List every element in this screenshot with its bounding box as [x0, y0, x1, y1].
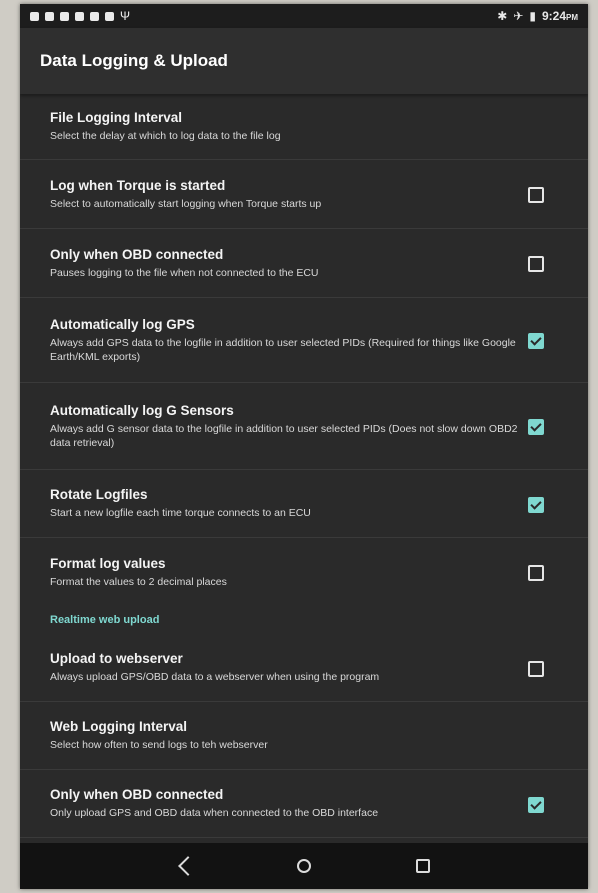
- setting-rotate-logfiles[interactable]: Rotate Logfiles Start a new logfile each…: [20, 470, 588, 538]
- setting-summary: Start a new logfile each time torque con…: [50, 507, 311, 519]
- bluetooth-icon: ✱: [497, 9, 508, 23]
- checkbox-unchecked[interactable]: [528, 660, 544, 677]
- setting-title: Log when Torque is started: [50, 177, 226, 193]
- status-bar: Ψ ✱ ✈ ▮ 9:24PM: [20, 4, 588, 28]
- checkbox-checked[interactable]: [528, 333, 544, 349]
- checkbox-checked[interactable]: [528, 419, 544, 435]
- setting-summary: Always add GPS data to the logfile in ad…: [50, 336, 516, 363]
- notification-icon: [90, 11, 99, 21]
- setting-log-when-torque-started[interactable]: Log when Torque is started Select to aut…: [20, 160, 588, 229]
- setting-title: File Logging Interval: [50, 110, 183, 125]
- device-frame: Ψ ✱ ✈ ▮ 9:24PM Data Logging & Upload Fil…: [0, 0, 598, 893]
- notification-icon: [105, 11, 114, 21]
- section-header-realtime-web-upload: Realtime web upload: [50, 614, 160, 626]
- setting-summary: Always add G sensor data to the logfile …: [50, 422, 518, 449]
- usb-icon: Ψ: [120, 8, 131, 23]
- setting-title: Only when OBD connected: [50, 246, 224, 262]
- setting-summary: Always upload GPS/OBD data to a webserve…: [50, 671, 380, 683]
- battery-icon: ▮: [529, 9, 536, 23]
- checkbox-checked[interactable]: [528, 496, 544, 513]
- setting-summary: Only upload GPS and OBD data when connec…: [50, 807, 379, 819]
- setting-summary: Select the delay at which to log data to…: [50, 130, 281, 142]
- setting-title: Automatically log GPS: [50, 316, 195, 332]
- setting-format-log-values[interactable]: Format log values Format the values to 2…: [20, 538, 588, 606]
- navigation-bar: [20, 843, 588, 889]
- settings-list[interactable]: File Logging Interval Select the delay a…: [20, 94, 588, 838]
- setting-only-when-obd-connected-logging[interactable]: Only when OBD connected Pauses logging t…: [20, 229, 588, 298]
- app-bar: Data Logging & Upload: [20, 28, 588, 94]
- setting-summary: Pauses logging to the file when not conn…: [50, 266, 319, 279]
- checkbox-unchecked[interactable]: [528, 187, 544, 203]
- clock: 9:24PM: [541, 9, 578, 23]
- checkbox-unchecked[interactable]: [528, 256, 544, 272]
- setting-automatically-log-gps[interactable]: Automatically log GPS Always add GPS dat…: [20, 298, 588, 383]
- notification-icons: Ψ: [30, 8, 131, 23]
- setting-title: Format log values: [50, 555, 166, 571]
- notification-icon: [60, 11, 69, 21]
- setting-automatically-log-g-sensors[interactable]: Automatically log G Sensors Always add G…: [20, 383, 588, 470]
- setting-summary: Format the values to 2 decimal places: [50, 575, 227, 588]
- setting-title: Upload to webserver: [50, 651, 183, 666]
- setting-title: Web Logging Interval: [50, 719, 188, 734]
- screen: Ψ ✱ ✈ ▮ 9:24PM Data Logging & Upload Fil…: [20, 4, 588, 889]
- setting-summary: Select how often to send logs to teh web…: [50, 739, 268, 751]
- setting-upload-to-webserver[interactable]: Upload to webserver Always upload GPS/OB…: [20, 634, 588, 702]
- setting-file-logging-interval[interactable]: File Logging Interval Select the delay a…: [20, 94, 588, 160]
- recent-apps-icon[interactable]: [411, 854, 435, 878]
- status-right: ✱ ✈ ▮ 9:24PM: [497, 9, 578, 23]
- home-icon[interactable]: [292, 854, 316, 878]
- setting-summary: Select to automatically start logging wh…: [50, 197, 322, 210]
- notification-icon: [75, 11, 84, 21]
- checkbox-unchecked[interactable]: [528, 565, 544, 581]
- checkbox-checked[interactable]: [528, 796, 544, 813]
- airplane-mode-icon: ✈: [513, 9, 524, 23]
- setting-web-logging-interval[interactable]: Web Logging Interval Select how often to…: [20, 702, 588, 770]
- setting-title: Only when OBD connected: [50, 787, 224, 802]
- setting-only-when-obd-connected-upload[interactable]: Only when OBD connected Only upload GPS …: [20, 770, 588, 838]
- notification-icon: [45, 11, 54, 21]
- page-title: Data Logging & Upload: [40, 51, 228, 70]
- back-icon[interactable]: [173, 854, 198, 878]
- notification-icon: [30, 11, 39, 21]
- setting-title: Automatically log G Sensors: [50, 402, 234, 418]
- setting-title: Rotate Logfiles: [50, 487, 148, 502]
